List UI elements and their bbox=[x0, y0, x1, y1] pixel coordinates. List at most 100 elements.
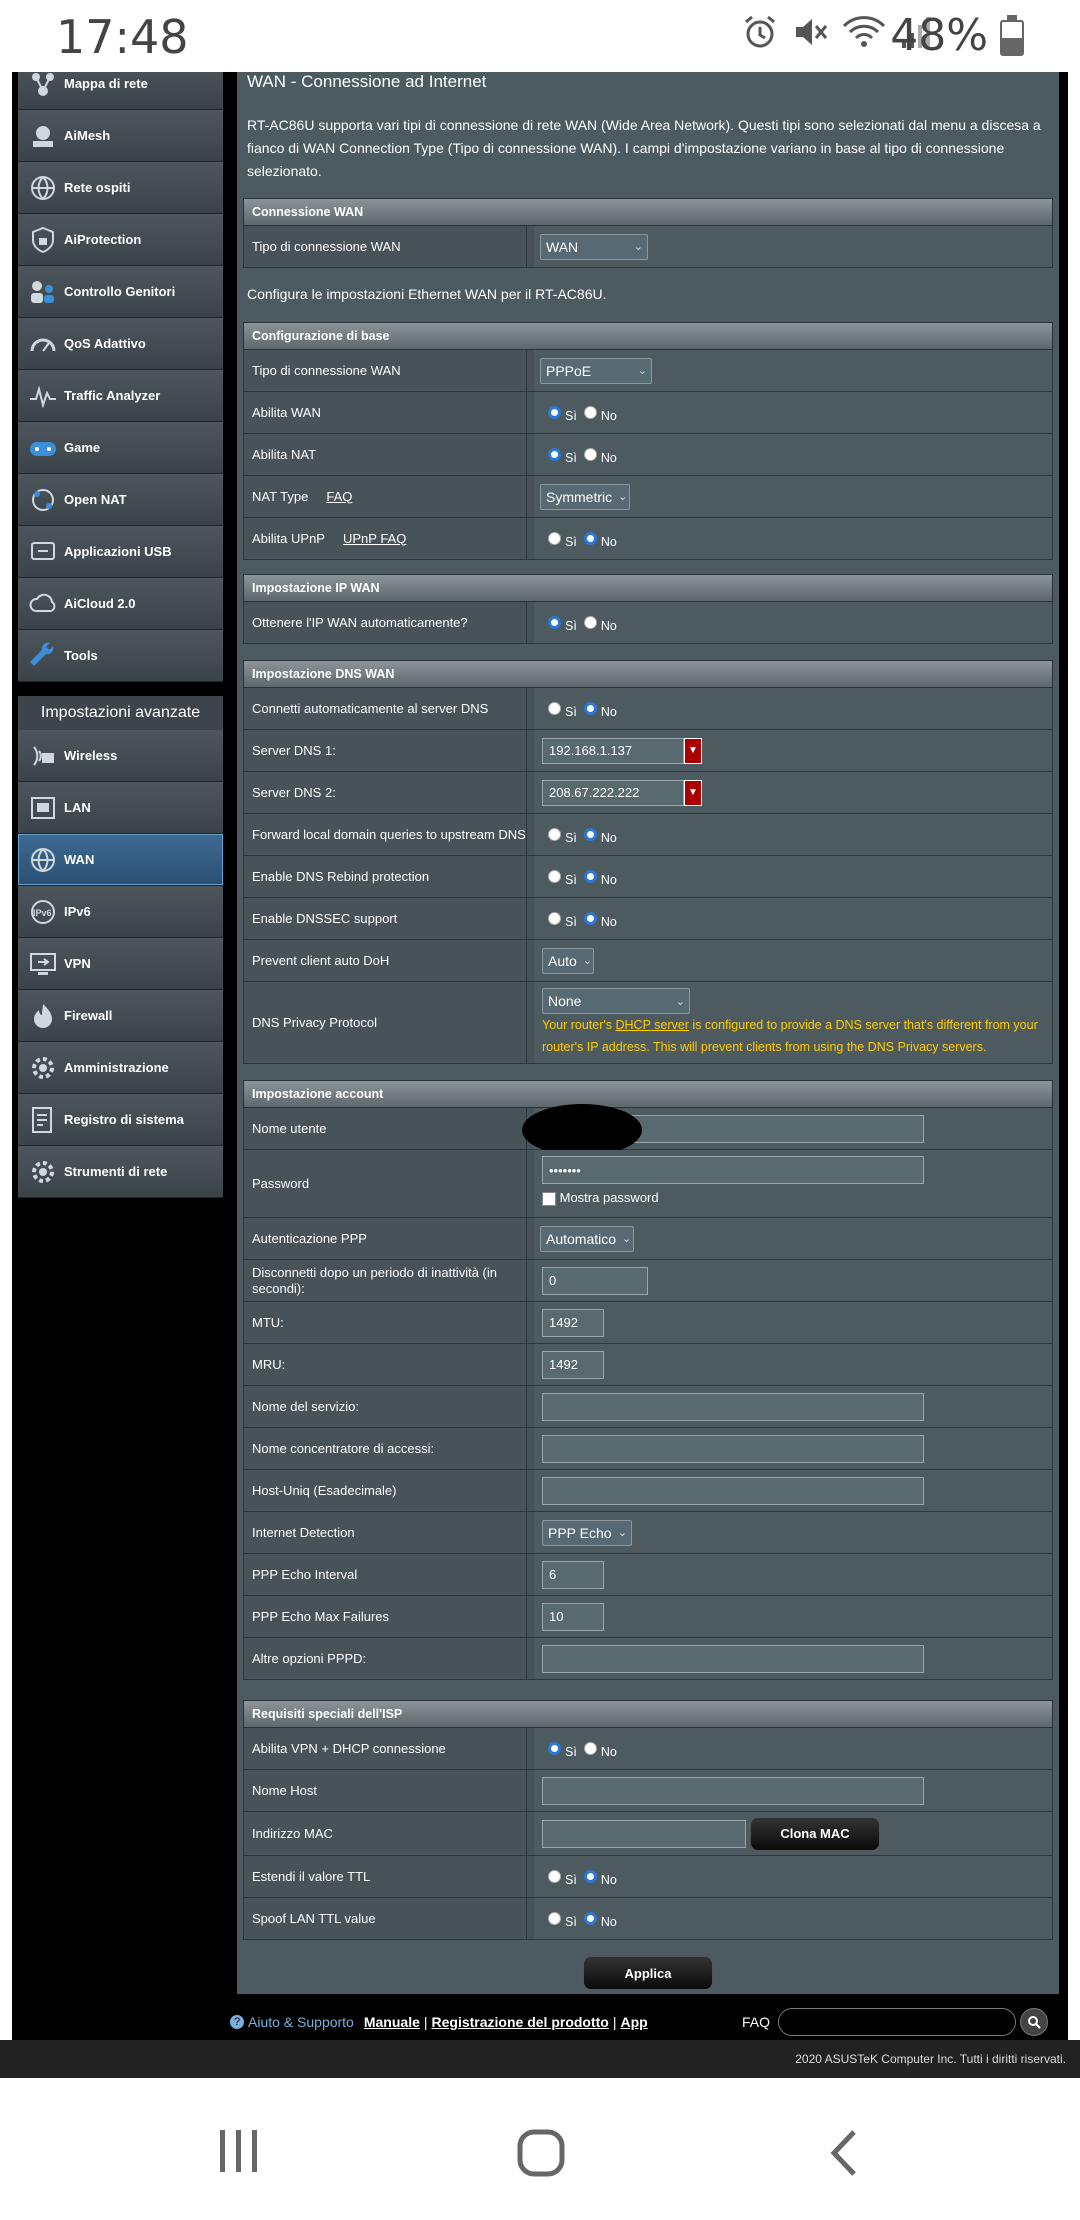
upnp-faq-link[interactable]: UPnP FAQ bbox=[343, 531, 406, 547]
clone-mac-button[interactable]: Clona MAC bbox=[750, 1816, 880, 1851]
concentrator-input[interactable] bbox=[542, 1434, 924, 1463]
auto-ip-yes-radio[interactable] bbox=[548, 616, 561, 629]
mac-address-input[interactable] bbox=[542, 1819, 746, 1848]
row-hostname: Nome Host bbox=[243, 1770, 1053, 1812]
sidebar-item-mappa-di-rete[interactable]: Mappa di rete bbox=[18, 72, 223, 110]
dns-auto-no-radio[interactable] bbox=[583, 702, 597, 715]
back-icon[interactable] bbox=[826, 2128, 862, 2178]
dns-auto-yes-radio[interactable] bbox=[548, 702, 561, 715]
sidebar-item-aimesh[interactable]: AiMesh bbox=[18, 110, 223, 162]
recent-apps-icon[interactable] bbox=[216, 2128, 262, 2174]
hostname-input[interactable] bbox=[542, 1776, 924, 1805]
forward-no-radio[interactable] bbox=[583, 828, 597, 841]
spoof-yes-radio[interactable] bbox=[548, 1912, 561, 1925]
sidebar-item-aicloud-2-0[interactable]: AiCloud 2.0 bbox=[18, 578, 223, 630]
dns2-dropdown-button[interactable]: ▼ bbox=[684, 779, 702, 806]
sidebar-item-label: AiCloud 2.0 bbox=[64, 596, 136, 611]
ttl-yes-radio[interactable] bbox=[548, 1870, 561, 1883]
status-time: 17:48 bbox=[56, 10, 189, 64]
home-icon[interactable] bbox=[516, 2128, 566, 2178]
enable-wan-yes-radio[interactable] bbox=[548, 406, 561, 419]
sidebar-item-open-nat[interactable]: Open NAT bbox=[18, 474, 223, 526]
dns-privacy-select[interactable]: None ⌄ bbox=[542, 988, 690, 1014]
system-nav-bar bbox=[0, 2078, 1080, 2220]
sidebar-item-tools[interactable]: Tools bbox=[18, 630, 223, 682]
forward-yes-radio[interactable] bbox=[548, 828, 561, 841]
enable-wan-no-radio[interactable] bbox=[583, 406, 597, 419]
internet-detection-select[interactable]: PPP Echo ⌄ bbox=[542, 1519, 632, 1546]
dnssec-yes-radio[interactable] bbox=[548, 912, 561, 925]
faq-search-input[interactable] bbox=[778, 2008, 1016, 2036]
sidebar-item-ipv6[interactable]: IPv6 IPv6 bbox=[18, 886, 223, 938]
row-concentrator: Nome concentratore di accessi: bbox=[243, 1428, 1053, 1470]
enable-nat-no-radio[interactable] bbox=[583, 448, 597, 461]
show-password-checkbox[interactable] bbox=[542, 1191, 556, 1206]
nat-faq-link[interactable]: FAQ bbox=[326, 489, 352, 505]
app-link[interactable]: App bbox=[621, 2014, 648, 2030]
ttl-no-radio[interactable] bbox=[583, 1870, 597, 1883]
alarm-icon bbox=[745, 15, 775, 48]
sidebar-item-label: VPN bbox=[64, 956, 91, 971]
config-text: Configura le impostazioni Ethernet WAN p… bbox=[247, 286, 607, 302]
section-wan-dns: Impostazione DNS WAN bbox=[243, 660, 1053, 688]
sidebar-item-amministrazione[interactable]: Amministrazione bbox=[18, 1042, 223, 1094]
idle-timeout-input[interactable]: 0 bbox=[542, 1266, 648, 1295]
sidebar-item-lan[interactable]: LAN bbox=[18, 782, 223, 834]
dns1-input[interactable]: 192.168.1.137 bbox=[542, 737, 684, 764]
wan-connection-type-select[interactable]: WAN ⌄ bbox=[540, 233, 648, 260]
row-host-uniq: Host-Uniq (Esadecimale) bbox=[243, 1470, 1053, 1512]
cloud-icon bbox=[28, 589, 58, 619]
dhcp-server-link[interactable]: DHCP server bbox=[616, 1018, 689, 1032]
sidebar-item-label: QoS Adattivo bbox=[64, 336, 146, 351]
sidebar-item-aiprotection[interactable]: AiProtection bbox=[18, 214, 223, 266]
echo-interval-input[interactable]: 6 bbox=[542, 1560, 604, 1589]
upnp-yes-radio[interactable] bbox=[548, 532, 561, 545]
apply-button[interactable]: Applica bbox=[583, 1956, 713, 1990]
sidebar-item-controllo-genitori[interactable]: Controllo Genitori bbox=[18, 266, 223, 318]
vpn-dhcp-no-radio[interactable] bbox=[583, 1742, 597, 1755]
ppp-auth-select[interactable]: Automatico ⌄ bbox=[540, 1225, 634, 1252]
connection-type-select[interactable]: PPPoE ⌄ bbox=[540, 357, 652, 384]
sidebar-item-rete-ospiti[interactable]: Rete ospiti bbox=[18, 162, 223, 214]
lan-icon bbox=[28, 793, 58, 823]
sidebar-item-vpn[interactable]: VPN bbox=[18, 938, 223, 990]
echo-max-failures-input[interactable]: 10 bbox=[542, 1602, 604, 1631]
sidebar-item-applicazioni-usb[interactable]: Applicazioni USB bbox=[18, 526, 223, 578]
vpn-dhcp-yes-radio[interactable] bbox=[548, 1742, 561, 1755]
service-name-input[interactable] bbox=[542, 1392, 924, 1421]
product-registration-link[interactable]: Registrazione del prodotto bbox=[432, 2014, 609, 2030]
row-idle-timeout: Disconnetti dopo un periodo di inattivit… bbox=[243, 1260, 1053, 1302]
pppd-options-input[interactable] bbox=[542, 1644, 924, 1673]
manual-link[interactable]: Manuale bbox=[364, 2014, 420, 2030]
sidebar-item-firewall[interactable]: Firewall bbox=[18, 990, 223, 1042]
auto-ip-no-radio[interactable] bbox=[583, 616, 597, 629]
rebind-no-radio[interactable] bbox=[583, 870, 597, 883]
enable-nat-yes-radio[interactable] bbox=[548, 448, 561, 461]
dnssec-no-radio[interactable] bbox=[583, 912, 597, 925]
sidebar-item-game[interactable]: Game bbox=[18, 422, 223, 474]
dns2-input[interactable]: 208.67.222.222 bbox=[542, 779, 684, 806]
gauge-icon bbox=[28, 329, 58, 359]
rebind-yes-radio[interactable] bbox=[548, 870, 561, 883]
sidebar-item-strumenti-di-rete[interactable]: Strumenti di rete bbox=[18, 1146, 223, 1198]
sidebar-item-label: Game bbox=[64, 440, 101, 455]
footer-bar: ? Aiuto & Supporto Manuale | Registrazio… bbox=[12, 2004, 1068, 2040]
router-admin-page: Mappa di rete AiMesh Rete ospiti AiProtecti… bbox=[12, 72, 1068, 2040]
sidebar-item-wan[interactable]: WAN bbox=[18, 834, 223, 886]
sidebar-item-label: Strumenti di rete bbox=[64, 1164, 168, 1179]
doh-select[interactable]: Auto ⌄ bbox=[542, 947, 594, 974]
password-input[interactable]: ••••••• bbox=[542, 1156, 924, 1184]
sidebar-item-qos-adattivo[interactable]: QoS Adattivo bbox=[18, 318, 223, 370]
search-button[interactable] bbox=[1020, 2008, 1048, 2036]
upnp-no-radio[interactable] bbox=[583, 532, 597, 545]
sidebar-item-traffic-analyzer[interactable]: Traffic Analyzer bbox=[18, 370, 223, 422]
sidebar-item-registro-di-sistema[interactable]: Registro di sistema bbox=[18, 1094, 223, 1146]
mtu-input[interactable]: 1492 bbox=[542, 1308, 604, 1337]
sidebar-item-wireless[interactable]: Wireless bbox=[18, 730, 223, 782]
dns1-dropdown-button[interactable]: ▼ bbox=[684, 737, 702, 764]
host-uniq-input[interactable] bbox=[542, 1476, 924, 1505]
spoof-no-radio[interactable] bbox=[583, 1912, 597, 1925]
nat-type-select[interactable]: Symmetric ⌄ bbox=[540, 483, 630, 510]
row-mac-address: Indirizzo MAC Clona MAC bbox=[243, 1812, 1053, 1856]
mru-input[interactable]: 1492 bbox=[542, 1350, 604, 1379]
